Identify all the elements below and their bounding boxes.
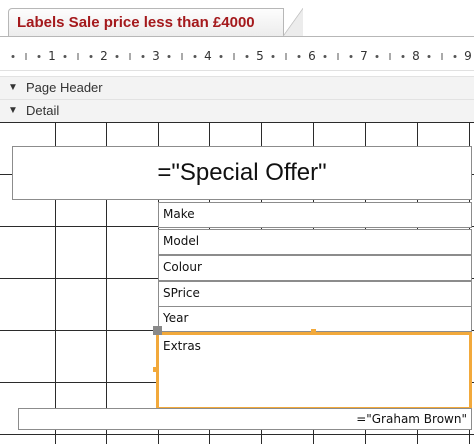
triangle-down-icon[interactable]: ▼ bbox=[8, 77, 18, 99]
ruler-tick bbox=[167, 55, 171, 58]
ruler-label-4: 4 bbox=[204, 49, 212, 63]
ruler-tick bbox=[25, 53, 27, 60]
document-tab-strip: Labels Sale price less than £4000 bbox=[0, 0, 474, 44]
ruler-label-3: 3 bbox=[152, 49, 160, 63]
move-handle[interactable] bbox=[153, 326, 162, 335]
ruler-tick bbox=[389, 53, 391, 60]
ruler-label-2: 2 bbox=[100, 49, 108, 63]
ruler-tick bbox=[427, 55, 431, 58]
ruler-tick bbox=[115, 55, 119, 58]
ruler-tick bbox=[129, 53, 131, 60]
make-field[interactable]: Make bbox=[158, 202, 472, 228]
ruler-tick bbox=[233, 53, 235, 60]
report-tab-label: Labels Sale price less than £4000 bbox=[17, 14, 255, 31]
ruler-tick bbox=[323, 55, 327, 58]
ruler-label-8: 8 bbox=[412, 49, 420, 63]
ruler-tick bbox=[245, 55, 249, 58]
ruler-label-7: 7 bbox=[360, 49, 368, 63]
horizontal-ruler[interactable]: 1 2 3 4 5 6 7 8 9 bbox=[0, 44, 474, 71]
resize-handle-top[interactable] bbox=[311, 329, 316, 334]
grid-line bbox=[0, 122, 474, 123]
resize-handle-left[interactable] bbox=[153, 367, 158, 372]
ruler-tick bbox=[375, 55, 379, 58]
ruler-tick bbox=[63, 55, 67, 58]
model-field[interactable]: Model bbox=[158, 229, 472, 255]
ruler-tick bbox=[401, 55, 405, 58]
page-header-section-label: Page Header bbox=[26, 80, 103, 95]
ruler-tick bbox=[77, 53, 79, 60]
ruler-label-6: 6 bbox=[308, 49, 316, 63]
ruler-tick bbox=[285, 53, 287, 60]
ruler-tick bbox=[37, 55, 41, 58]
ruler-tick bbox=[181, 53, 183, 60]
triangle-down-icon[interactable]: ▼ bbox=[8, 100, 18, 122]
page-header-section-bar[interactable]: ▼ Page Header bbox=[0, 76, 474, 100]
tab-divider bbox=[0, 36, 474, 37]
report-tab[interactable]: Labels Sale price less than £4000 bbox=[8, 8, 284, 37]
ruler-label-5: 5 bbox=[256, 49, 264, 63]
detail-section-bar[interactable]: ▼ Detail bbox=[0, 99, 474, 123]
ruler-tick bbox=[193, 55, 197, 58]
ruler-tick bbox=[271, 55, 275, 58]
grid-line bbox=[0, 434, 474, 435]
ruler-tick bbox=[349, 55, 353, 58]
sprice-field[interactable]: SPrice bbox=[158, 281, 472, 307]
ruler-tick bbox=[219, 55, 223, 58]
ruler-label-1: 1 bbox=[48, 49, 56, 63]
ruler-label-9: 9 bbox=[464, 49, 472, 63]
ruler-tick bbox=[337, 53, 339, 60]
graham-brown-textbox[interactable]: ="Graham Brown" bbox=[18, 408, 472, 430]
colour-field[interactable]: Colour bbox=[158, 255, 472, 281]
ruler-tick bbox=[89, 55, 93, 58]
ruler-tick bbox=[453, 55, 457, 58]
extras-field[interactable]: Extras bbox=[156, 332, 472, 410]
ruler-tick bbox=[11, 55, 15, 58]
special-offer-title-textbox[interactable]: ="Special Offer" bbox=[12, 146, 472, 200]
tab-edge bbox=[283, 8, 303, 36]
ruler-tick bbox=[441, 53, 443, 60]
detail-section-label: Detail bbox=[26, 103, 60, 118]
ruler-tick bbox=[297, 55, 301, 58]
ruler-tick bbox=[141, 55, 145, 58]
detail-section-canvas[interactable]: ="Special Offer" Make Model Colour SPric… bbox=[0, 122, 474, 444]
